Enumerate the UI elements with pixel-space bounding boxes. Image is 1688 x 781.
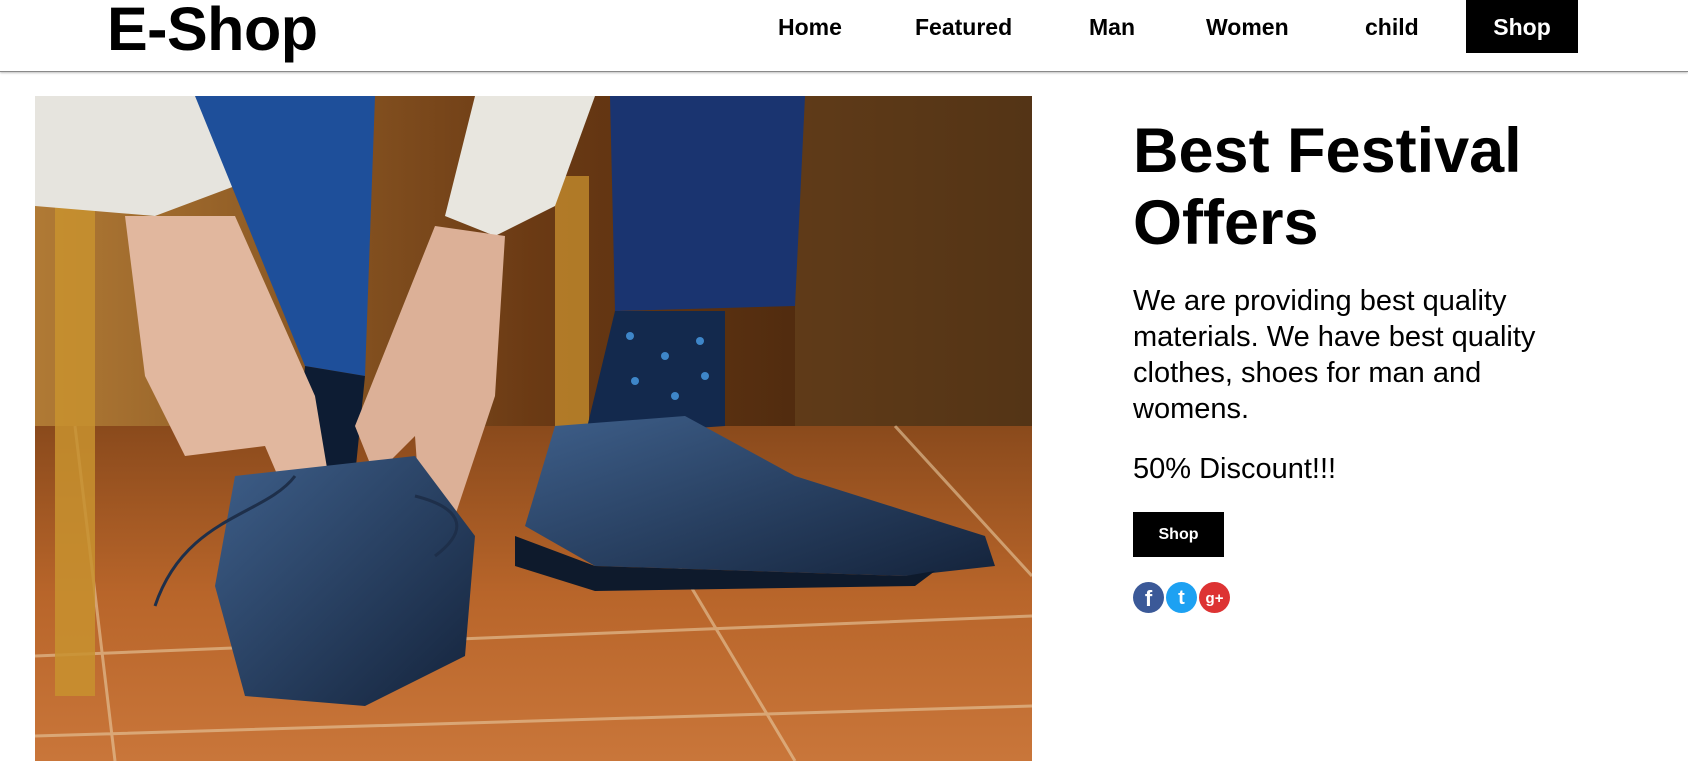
shop-button[interactable]: Shop bbox=[1133, 512, 1224, 557]
promo-title: Best Festival Offers bbox=[1133, 115, 1603, 259]
nav-child[interactable]: child bbox=[1365, 0, 1419, 53]
nav-shop[interactable]: Shop bbox=[1466, 0, 1578, 53]
facebook-glyph: f bbox=[1144, 586, 1153, 611]
hero-image bbox=[35, 96, 1032, 761]
promo-title-line1: Best Festival bbox=[1133, 116, 1522, 186]
nav-featured[interactable]: Featured bbox=[915, 0, 1012, 53]
twitter-glyph: t bbox=[1178, 587, 1185, 609]
nav-home[interactable]: Home bbox=[778, 0, 842, 53]
promo-description: We are providing best quality materials.… bbox=[1133, 285, 1536, 425]
site-header: E-Shop Home Featured Man Women child Sho… bbox=[0, 0, 1688, 72]
promo-title-line2: Offers bbox=[1133, 188, 1319, 258]
nav-women[interactable]: Women bbox=[1206, 0, 1289, 53]
facebook-icon[interactable]: f bbox=[1133, 582, 1164, 613]
shoe-lacing-photo-icon bbox=[35, 96, 1032, 761]
google-plus-icon[interactable]: g+ bbox=[1199, 582, 1230, 613]
promo-section: Best Festival Offers We are providing be… bbox=[1133, 115, 1603, 487]
twitter-icon[interactable]: t bbox=[1166, 582, 1197, 613]
google-plus-glyph: g+ bbox=[1205, 590, 1224, 607]
nav-man[interactable]: Man bbox=[1089, 0, 1135, 53]
site-logo[interactable]: E-Shop bbox=[107, 0, 318, 64]
promo-discount: 50% Discount!!! bbox=[1133, 453, 1337, 485]
